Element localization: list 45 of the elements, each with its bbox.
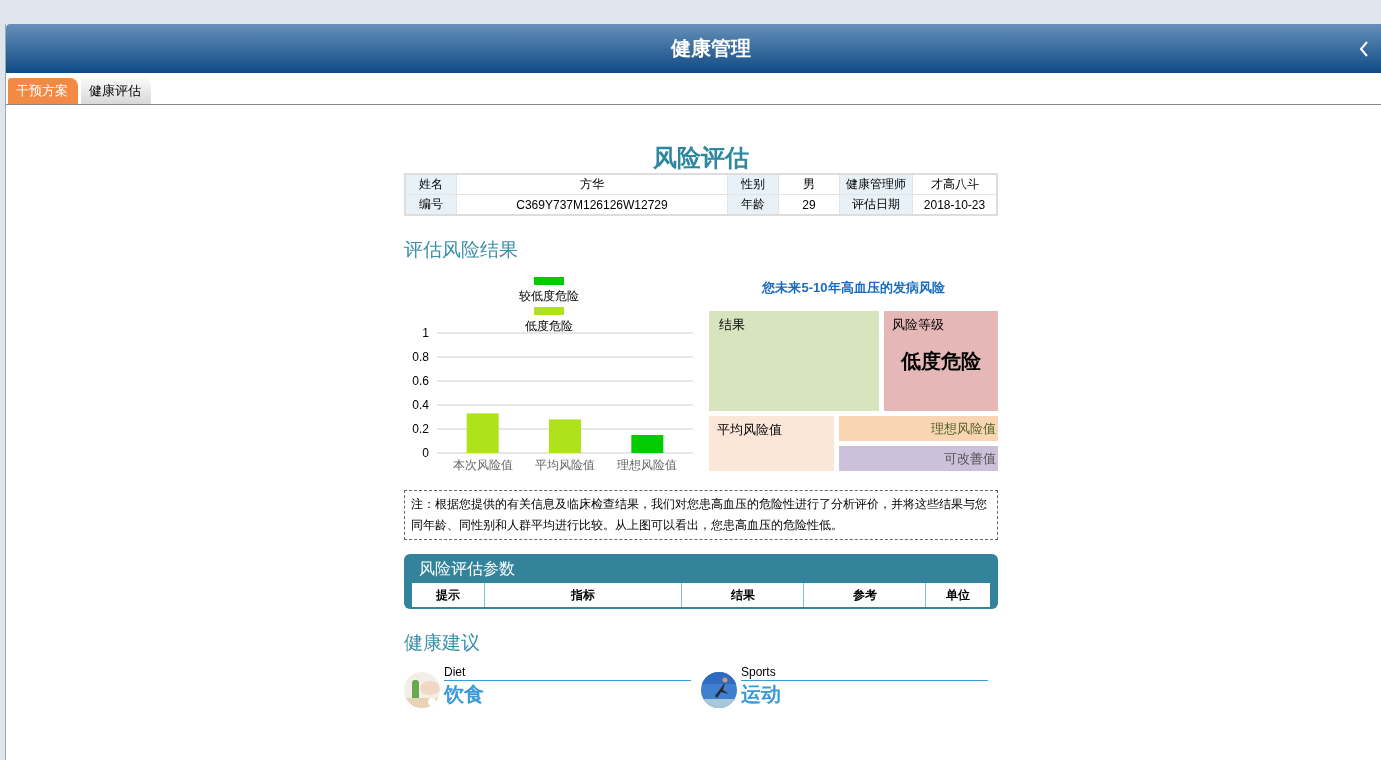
tab[interactable]: 健康评估 [81, 78, 151, 104]
report-title: 风险评估 [652, 143, 750, 173]
params-title: 风险评估参数 [418, 559, 516, 579]
tile-label: 可改善值 [944, 450, 996, 468]
summary-title: 您未来5-10年高血压的发病风险 [760, 279, 946, 297]
field-label: 性别 [727, 174, 779, 195]
legend-label: 低度危险 [525, 319, 573, 333]
axis-category-label: 平均风险值 [535, 458, 595, 472]
bar [466, 413, 499, 453]
advice-title[interactable]: 运动 [741, 681, 988, 707]
tile-label: 平均风险值 [717, 421, 783, 439]
tile-label: 风险等级 [892, 316, 945, 334]
axis-category-label: 理想风险值 [617, 458, 678, 472]
header-title: 健康管理 [670, 36, 751, 61]
column-header: 结果 [681, 583, 804, 608]
axis-tick-label: 1 [422, 326, 429, 340]
tab[interactable]: 干预方案 [8, 78, 78, 104]
note-text: 注：根据您提供的有关信息及临床检查结果，我们对您患高血压的危险性进行了分析评价，并将这些结果与您同年龄、同性别和人群平均进行比较。从上图可以看出，您患高血压的危险性低。 [404, 490, 998, 540]
tile-label: 理想风险值 [931, 420, 996, 438]
column-header: 单位 [925, 583, 991, 608]
field-value: 方华 [456, 174, 728, 195]
section-heading: 健康建议 [404, 631, 481, 655]
bar [549, 419, 581, 453]
field-label: 姓名 [405, 174, 457, 195]
axis-tick-label: 0.2 [412, 422, 429, 436]
field-label: 编号 [405, 194, 457, 215]
advice-title[interactable]: 饮食 [444, 681, 691, 707]
advice-label: Sports [741, 665, 988, 681]
axis-tick-label: 0.8 [412, 350, 429, 364]
legend-label: 较低度危险 [519, 289, 579, 303]
advice-label: Diet [444, 665, 691, 681]
column-header: 提示 [411, 583, 485, 608]
axis-category-label: 本次风险值 [452, 458, 513, 472]
axis-tick-label: 0.4 [412, 398, 429, 412]
axis-tick-label: 0.6 [412, 374, 429, 388]
risk-level-value: 低度危险 [900, 349, 982, 374]
axis-tick-label: 0 [422, 446, 429, 460]
field-label: 健康管理师 [839, 174, 913, 195]
column-header: 参考 [803, 583, 926, 608]
tile-label: 结果 [719, 316, 746, 334]
back-chevron-icon[interactable] [1359, 41, 1369, 57]
column-header: 指标 [484, 583, 682, 608]
section-heading: 评估风险结果 [404, 238, 519, 262]
field-value: 男 [778, 174, 840, 195]
bar [631, 435, 664, 453]
